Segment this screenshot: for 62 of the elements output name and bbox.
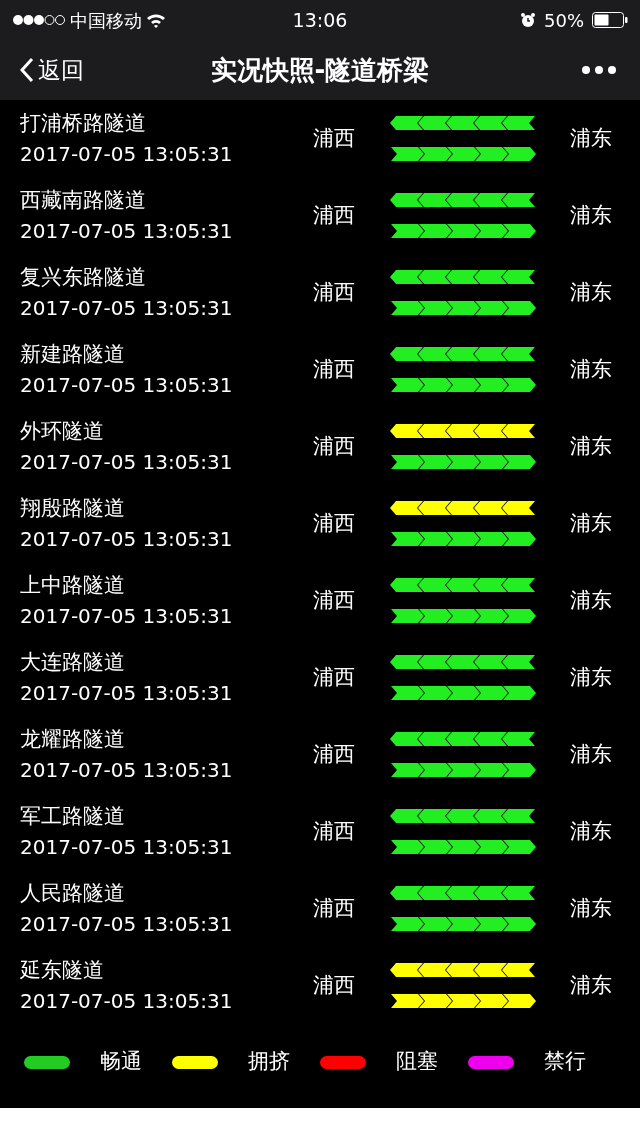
update-time: 2017-07-05 13:05:31: [20, 295, 234, 322]
east-label: 浦东: [570, 201, 612, 229]
tunnel-name: 复兴东路隧道: [20, 264, 147, 291]
tunnel-name: 翔殷路隧道: [20, 495, 126, 522]
battery-icon: [592, 12, 628, 28]
east-label: 浦东: [570, 663, 612, 691]
update-time: 2017-07-05 13:05:31: [20, 449, 234, 476]
tunnel-name: 人民路隧道: [20, 880, 126, 907]
east-label: 浦东: [570, 971, 612, 999]
wifi-icon: [146, 12, 166, 28]
west-label: 浦西: [313, 894, 355, 922]
east-label: 浦东: [570, 894, 612, 922]
update-time: 2017-07-05 13:05:31: [20, 834, 234, 861]
west-label: 浦西: [313, 124, 355, 152]
west-label: 浦西: [313, 663, 355, 691]
back-chevron-icon: [20, 57, 34, 83]
tunnel-name: 龙耀路隧道: [20, 726, 126, 753]
carrier-name: 中国移动: [70, 8, 142, 33]
east-label: 浦东: [570, 432, 612, 460]
clock-time: 13:06: [292, 7, 348, 33]
update-time: 2017-07-05 13:05:31: [20, 680, 234, 707]
west-label: 浦西: [313, 586, 355, 614]
tunnel-name: 西藏南路隧道: [20, 187, 147, 214]
tunnel-name: 大连路隧道: [20, 649, 126, 676]
east-label: 浦东: [570, 586, 612, 614]
tunnel-name: 军工路隧道: [20, 803, 126, 830]
legend-label: 畅通: [100, 1048, 142, 1076]
update-time: 2017-07-05 13:05:31: [20, 757, 234, 784]
east-label: 浦东: [570, 740, 612, 768]
east-label: 浦东: [570, 817, 612, 845]
legend-label: 禁行: [544, 1048, 586, 1076]
update-time: 2017-07-05 13:05:31: [20, 526, 234, 553]
west-label: 浦西: [313, 278, 355, 306]
west-label: 浦西: [313, 201, 355, 229]
east-label: 浦东: [570, 509, 612, 537]
update-time: 2017-07-05 13:05:31: [20, 603, 234, 630]
west-label: 浦西: [313, 740, 355, 768]
tunnel-name: 打浦桥路隧道: [20, 110, 147, 137]
tunnel-name: 新建路隧道: [20, 341, 126, 368]
west-label: 浦西: [313, 509, 355, 537]
update-time: 2017-07-05 13:05:31: [20, 218, 234, 245]
legend-label: 阻塞: [396, 1048, 438, 1076]
update-time: 2017-07-05 13:05:31: [20, 911, 234, 938]
tunnel-name: 上中路隧道: [20, 572, 126, 599]
west-label: 浦西: [313, 971, 355, 999]
update-time: 2017-07-05 13:05:31: [20, 988, 234, 1015]
battery-percent: 50%: [544, 8, 584, 33]
east-label: 浦东: [570, 124, 612, 152]
alarm-icon: [520, 12, 536, 28]
legend-label: 拥挤: [248, 1048, 290, 1076]
signal-icon: [12, 14, 66, 26]
tunnel-name: 延东隧道: [20, 957, 105, 984]
west-label: 浦西: [313, 432, 355, 460]
east-label: 浦东: [570, 278, 612, 306]
east-label: 浦东: [570, 355, 612, 383]
west-label: 浦西: [313, 817, 355, 845]
back-button[interactable]: 返回: [20, 52, 84, 88]
update-time: 2017-07-05 13:05:31: [20, 372, 234, 399]
west-label: 浦西: [313, 355, 355, 383]
update-time: 2017-07-05 13:05:31: [20, 141, 234, 168]
page-title: 实况快照-隧道桥梁: [210, 53, 430, 87]
tunnel-name: 外环隧道: [20, 418, 105, 445]
